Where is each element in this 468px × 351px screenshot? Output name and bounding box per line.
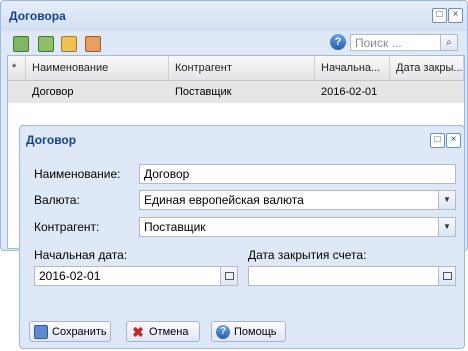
column-header-party[interactable]: Контрагент: [169, 56, 315, 80]
calendar-icon[interactable]: [220, 267, 237, 285]
save-label: Сохранить: [52, 326, 107, 338]
maximize-icon[interactable]: □: [432, 8, 447, 23]
chevron-down-icon[interactable]: ▼: [438, 218, 455, 236]
column-header-name[interactable]: Наименование: [26, 56, 169, 80]
edit-record-icon[interactable]: [38, 36, 54, 52]
save-button[interactable]: Сохранить: [29, 321, 111, 342]
close-date-field[interactable]: [248, 266, 456, 286]
close-icon[interactable]: ×: [448, 8, 463, 23]
chevron-down-icon[interactable]: ▼: [438, 191, 455, 209]
column-header-close[interactable]: Дата закры...: [390, 56, 464, 80]
name-label: Наименование:: [34, 167, 121, 181]
table-row[interactable]: Договор Поставщик 2016-02-01: [8, 81, 464, 103]
grid-header: * Наименование Контрагент Начальна... Да…: [8, 56, 464, 81]
party-value: Поставщик: [144, 220, 206, 234]
cancel-icon: ✖: [132, 324, 144, 340]
contract-dialog: Договор □ × Наименование: Договор Валюта…: [19, 125, 465, 349]
add-record-icon[interactable]: [13, 36, 29, 52]
help-icon[interactable]: ?: [330, 34, 346, 50]
cancel-label: Отмена: [149, 326, 189, 338]
name-field[interactable]: Договор: [139, 164, 456, 184]
calendar-icon[interactable]: [438, 267, 455, 285]
currency-label: Валюта:: [34, 193, 80, 207]
copy-record-icon[interactable]: [61, 36, 77, 52]
cell-name: Договор: [32, 86, 74, 98]
cell-start: 2016-02-01: [321, 86, 378, 98]
party-label: Контрагент:: [34, 220, 100, 234]
window-titlebar: Договора □ ×: [1, 1, 467, 31]
column-header-start[interactable]: Начальна...: [315, 56, 390, 80]
cancel-button[interactable]: ✖ Отмена: [126, 321, 200, 342]
start-date-label: Начальная дата:: [34, 248, 128, 262]
help-button[interactable]: ? Помощь: [211, 321, 286, 342]
dialog-maximize-icon[interactable]: □: [430, 133, 445, 148]
dialog-close-icon[interactable]: ×: [446, 133, 461, 148]
search-input[interactable]: Поиск ... ⌕: [350, 34, 458, 51]
name-value: Договор: [144, 167, 190, 181]
start-date-value: 2016-02-01: [39, 269, 101, 283]
help-icon: ?: [216, 325, 230, 339]
cell-party: Поставщик: [175, 86, 232, 98]
save-icon: [34, 325, 48, 339]
help-label: Помощь: [234, 326, 277, 338]
currency-value: Единая европейская валюта: [144, 193, 304, 207]
currency-select[interactable]: Единая европейская валюта ▼: [139, 190, 456, 210]
search-icon[interactable]: ⌕: [440, 35, 457, 50]
start-date-field[interactable]: 2016-02-01: [34, 266, 238, 286]
delete-record-icon[interactable]: [85, 36, 101, 52]
dialog-title: Договор: [26, 133, 77, 147]
party-select[interactable]: Поставщик ▼: [139, 217, 456, 237]
search-placeholder: Поиск ...: [355, 36, 402, 50]
window-title: Договора: [9, 9, 66, 23]
close-date-label: Дата закрытия счета:: [248, 248, 367, 262]
column-header-marker[interactable]: *: [8, 56, 26, 80]
